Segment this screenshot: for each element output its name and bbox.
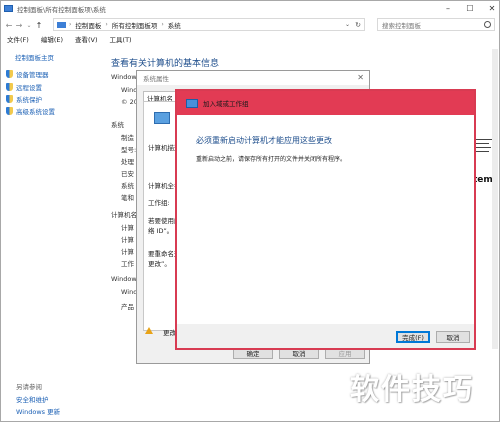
control-panel-icon	[57, 21, 66, 28]
close-icon[interactable]: ✕	[357, 73, 364, 82]
breadcrumb-item[interactable]: 系统	[168, 20, 181, 30]
section-computer-name: 计算机名,	[111, 211, 140, 219]
sidebar: 控制面板主页 设备管理器 远程设置 系统保护 高级系统设置 另请参阅	[1, 47, 105, 422]
dialog-footer: 完成(F) 取消	[177, 324, 474, 348]
breadcrumb[interactable]: › 控制面板 › 所有控制面板项 › 系统 ⌄ ↻	[53, 18, 365, 31]
join-workgroup-dialog: 加入域或工作组 必须重新启动计算机才能应用这些更改 重新启动之前，请保存所有打开…	[175, 89, 476, 350]
maximize-icon[interactable]: ☐	[463, 3, 477, 13]
dialog-title: 加入域或工作组	[203, 100, 249, 108]
shield-icon	[6, 83, 13, 91]
page-title: 查看有关计算机的基本信息	[111, 59, 220, 69]
workgroup-label: 工作组:	[148, 199, 170, 207]
control-panel-icon	[4, 5, 13, 12]
section-system: 系统	[111, 121, 124, 129]
shield-icon	[6, 95, 13, 103]
chevron-down-icon[interactable]: ⌄	[345, 21, 350, 28]
up-icon[interactable]: ↑	[34, 19, 44, 31]
finish-button[interactable]: 完成(F)	[396, 331, 430, 343]
dialog-title-bar: 系统属性	[137, 71, 369, 85]
sidebar-item-label: 远程设置	[16, 84, 42, 92]
shield-icon	[6, 70, 13, 78]
menu-tools[interactable]: 工具(T)	[110, 34, 132, 45]
search-input[interactable]: 搜索控制面板	[377, 18, 495, 31]
close-icon[interactable]: ✕	[485, 3, 499, 13]
search-icon	[484, 21, 491, 28]
forward-icon[interactable]: →	[14, 19, 24, 31]
sidebar-item-label: 设备管理器	[16, 71, 49, 79]
info-row: 处理	[121, 158, 134, 166]
menu-edit[interactable]: 编辑(E)	[41, 34, 63, 45]
sidebar-item-label: 高级系统设置	[16, 108, 55, 116]
sidebar-home-link[interactable]: 控制面板主页	[15, 52, 54, 62]
sidebar-item-device-manager[interactable]: 设备管理器	[6, 69, 49, 79]
scrollbar[interactable]	[492, 49, 498, 349]
refresh-icon[interactable]: ↻	[355, 21, 361, 29]
sidebar-item-remote-settings[interactable]: 远程设置	[6, 82, 42, 92]
title-bar: 控制面板\所有控制面板项\系统 – ☐ ✕	[1, 1, 499, 16]
warning-icon	[145, 327, 153, 334]
windows-update-link[interactable]: Windows 更新	[16, 406, 60, 416]
info-row: 制造	[121, 134, 134, 142]
network-computer-icon	[186, 98, 198, 108]
info-row: 计算	[121, 236, 134, 244]
rename-hint-2: 更改”。	[148, 260, 171, 268]
minimize-icon[interactable]: –	[441, 3, 455, 13]
info-row: 工作	[121, 260, 134, 268]
sidebar-item-label: 系统保护	[16, 96, 42, 104]
info-row: 笔和	[121, 194, 134, 202]
info-row: Wind	[121, 288, 138, 296]
info-row: 已安	[121, 170, 134, 178]
dialog-title-bar: 加入域或工作组	[177, 91, 474, 115]
sidebar-item-advanced-settings[interactable]: 高级系统设置	[6, 106, 55, 116]
restart-message: 重新启动之前，请保存所有打开的文件并关闭所有程序。	[196, 156, 347, 163]
cancel-button[interactable]: 取消	[436, 331, 470, 343]
back-icon[interactable]: ←	[4, 19, 14, 31]
watermark: 软件技巧	[350, 372, 475, 406]
network-id-hint-2: 络 ID”。	[148, 227, 174, 235]
see-also-heading: 另请参阅	[16, 383, 42, 391]
address-bar: ← → ⌄ ↑ › 控制面板 › 所有控制面板项 › 系统 ⌄ ↻ 搜索控制面板	[1, 17, 499, 33]
restart-heading: 必须重新启动计算机才能应用这些更改	[196, 136, 332, 145]
breadcrumb-item[interactable]: 控制面板	[75, 20, 101, 30]
info-row: 计算	[121, 248, 134, 256]
sidebar-item-system-protection[interactable]: 系统保护	[6, 94, 42, 104]
breadcrumb-item[interactable]: 所有控制面板项	[112, 20, 158, 30]
search-placeholder: 搜索控制面板	[382, 21, 421, 30]
info-row: 计算	[121, 224, 134, 232]
dialog-title: 系统属性	[143, 75, 169, 83]
shield-icon	[6, 107, 13, 115]
menu-bar: 文件(F) 编辑(E) 查看(V) 工具(T)	[1, 34, 138, 45]
window-title: 控制面板\所有控制面板项\系统	[17, 5, 106, 14]
menu-file[interactable]: 文件(F)	[7, 34, 29, 45]
info-row: 型号:	[121, 146, 137, 154]
recent-dropdown-icon[interactable]: ⌄	[24, 19, 34, 31]
menu-view[interactable]: 查看(V)	[75, 34, 98, 45]
security-maintenance-link[interactable]: 安全和维护	[16, 394, 49, 404]
info-row: 系统	[121, 182, 134, 190]
computer-icon	[154, 112, 170, 124]
